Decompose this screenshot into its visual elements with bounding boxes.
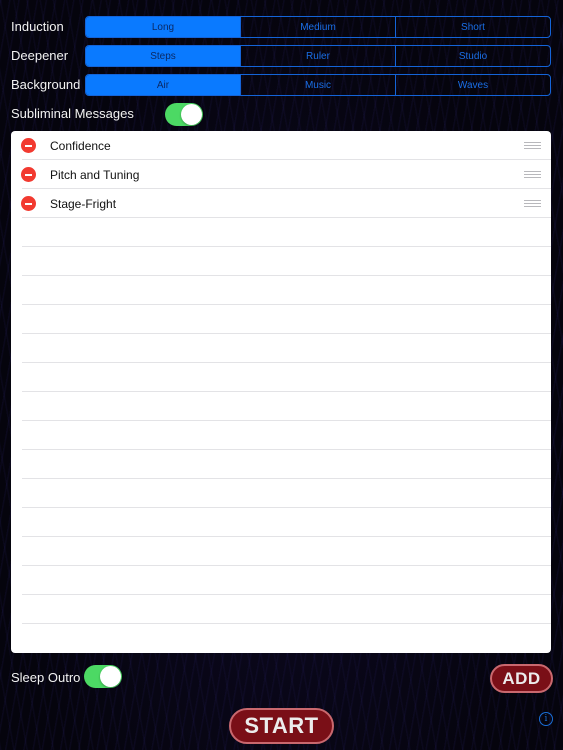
- empty-table-row: [11, 479, 551, 508]
- minus-circle-icon[interactable]: [21, 167, 36, 182]
- info-icon[interactable]: i: [539, 712, 553, 726]
- empty-table-row: [11, 421, 551, 450]
- background-segmented-control: Air Music Waves: [85, 74, 551, 96]
- start-button[interactable]: START: [229, 708, 334, 744]
- empty-table-row: [11, 247, 551, 276]
- message-label: Confidence: [50, 138, 111, 153]
- induction-segmented-control: Long Medium Short: [85, 16, 551, 38]
- subliminal-messages-toggle[interactable]: [165, 103, 203, 126]
- deepener-option-studio[interactable]: Studio: [395, 46, 550, 66]
- empty-table-row: [11, 595, 551, 624]
- minus-circle-icon[interactable]: [21, 196, 36, 211]
- empty-table-row: [11, 305, 551, 334]
- background-option-air[interactable]: Air: [86, 75, 240, 95]
- sleep-outro-toggle[interactable]: [84, 665, 122, 688]
- deepener-label: Deepener: [11, 48, 69, 63]
- empty-table-row: [11, 218, 551, 247]
- sleep-outro-label: Sleep Outro: [11, 670, 81, 685]
- table-row[interactable]: Stage-Fright: [11, 189, 551, 218]
- minus-circle-icon[interactable]: [21, 138, 36, 153]
- induction-option-long[interactable]: Long: [86, 17, 240, 37]
- empty-table-row: [11, 450, 551, 479]
- empty-table-row: [11, 624, 551, 653]
- deepener-option-ruler[interactable]: Ruler: [240, 46, 395, 66]
- reorder-grip-icon[interactable]: [524, 200, 541, 207]
- subliminal-messages-table: Confidence Pitch and Tuning Stage-Fright: [11, 131, 551, 653]
- toggle-knob: [181, 104, 202, 125]
- empty-table-row: [11, 508, 551, 537]
- table-row[interactable]: Pitch and Tuning: [11, 160, 551, 189]
- background-label: Background: [11, 77, 81, 92]
- induction-option-short[interactable]: Short: [395, 17, 550, 37]
- deepener-option-steps[interactable]: Steps: [86, 46, 240, 66]
- toggle-knob: [100, 666, 121, 687]
- message-label: Pitch and Tuning: [50, 167, 140, 182]
- background-option-music[interactable]: Music: [240, 75, 395, 95]
- empty-table-row: [11, 392, 551, 421]
- empty-table-row: [11, 363, 551, 392]
- reorder-grip-icon[interactable]: [524, 142, 541, 149]
- empty-table-row: [11, 566, 551, 595]
- subliminal-messages-label: Subliminal Messages: [11, 106, 134, 121]
- background-option-waves[interactable]: Waves: [395, 75, 550, 95]
- empty-table-row: [11, 276, 551, 305]
- table-row[interactable]: Confidence: [11, 131, 551, 160]
- message-label: Stage-Fright: [50, 196, 117, 211]
- deepener-segmented-control: Steps Ruler Studio: [85, 45, 551, 67]
- empty-table-row: [11, 334, 551, 363]
- add-button[interactable]: ADD: [490, 664, 553, 693]
- empty-table-row: [11, 537, 551, 566]
- induction-label: Induction: [11, 19, 64, 34]
- reorder-grip-icon[interactable]: [524, 171, 541, 178]
- induction-option-medium[interactable]: Medium: [240, 17, 395, 37]
